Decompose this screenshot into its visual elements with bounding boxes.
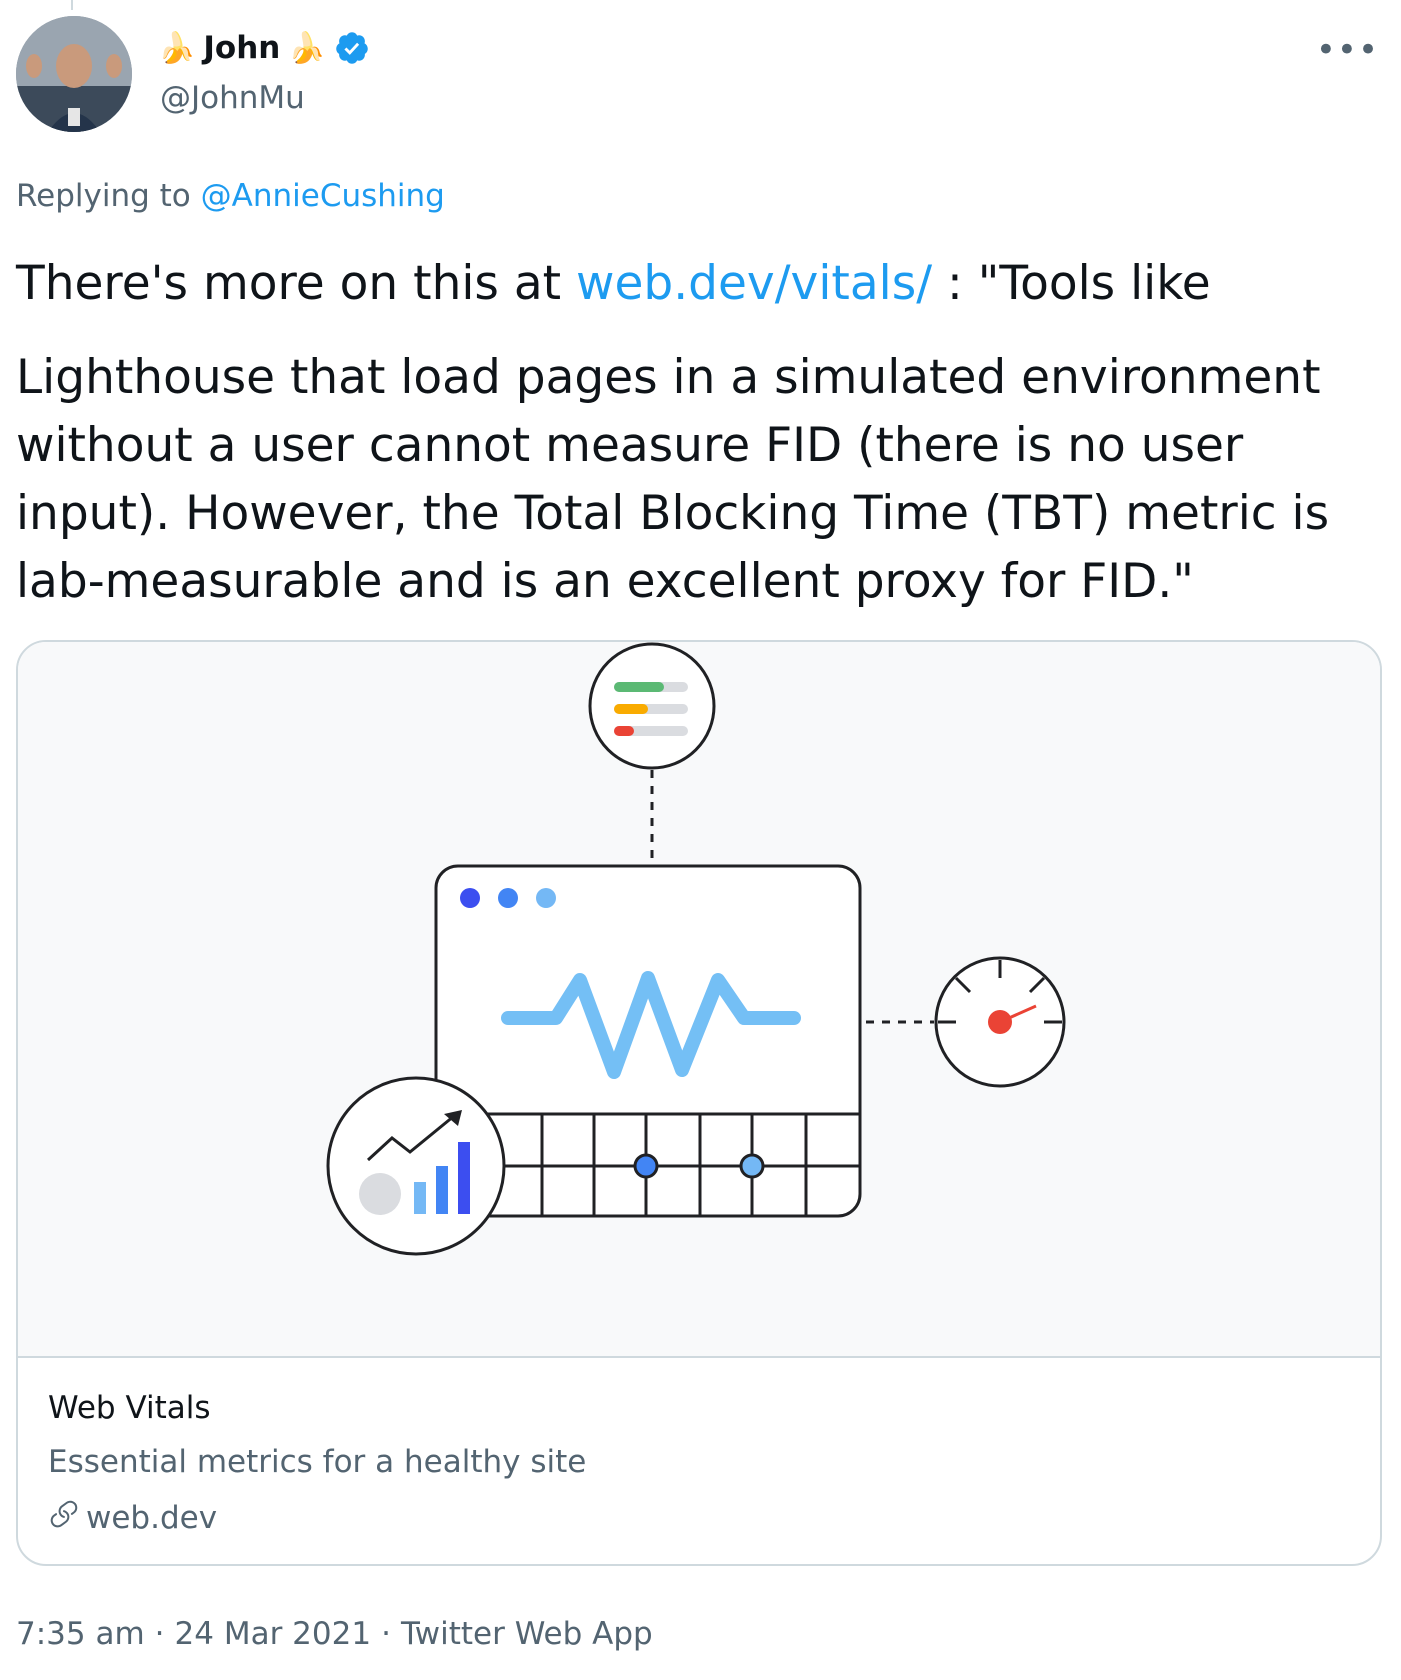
reply-mention-link[interactable]: @AnnieCushing <box>201 178 445 214</box>
author-name[interactable]: John <box>203 30 280 66</box>
replying-to-label: Replying to <box>16 178 191 214</box>
replying-to: Replying to @AnnieCushing <box>16 178 445 214</box>
author-handle[interactable]: @JohnMu <box>160 80 305 116</box>
author-name-row[interactable]: 🍌 John 🍌 <box>158 26 370 70</box>
link-icon <box>48 1498 80 1538</box>
tweet-meta: 7:35 am · 24 Mar 2021 · Twitter Web App <box>16 1616 653 1652</box>
banana-emoji-left: 🍌 <box>158 30 196 66</box>
tweet-link[interactable]: web.dev/vitals/ <box>576 256 932 311</box>
card-title: Web Vitals <box>48 1390 211 1426</box>
card-domain-text: web.dev <box>86 1500 218 1536</box>
analytics-circle-icon <box>326 1076 506 1256</box>
tweet-source: Twitter Web App <box>400 1616 653 1652</box>
tweet-text-before-link: There's more on this at <box>16 256 577 311</box>
gauge-circle-icon <box>934 956 1066 1088</box>
card-description: Essential metrics for a healthy site <box>48 1444 587 1480</box>
tweet-line-1: There's more on this at web.dev/vitals/ … <box>16 250 1386 318</box>
link-preview-card[interactable]: Web Vitals Essential metrics for a healt… <box>16 640 1382 1566</box>
tweet-text-after-link: : "Tools like <box>932 256 1211 311</box>
meta-separator: · <box>381 1616 391 1652</box>
thread-connector-line <box>71 0 73 10</box>
web-vitals-illustration <box>326 642 1066 1256</box>
verified-badge-icon <box>334 30 370 66</box>
meta-separator: · <box>154 1616 165 1652</box>
card-image[interactable] <box>18 642 1380 1358</box>
avatar[interactable] <box>16 16 132 132</box>
more-icon[interactable]: ••• <box>1316 30 1379 70</box>
tweet-date[interactable]: 24 Mar 2021 <box>175 1616 372 1652</box>
tweet-time[interactable]: 7:35 am <box>16 1616 145 1652</box>
card-domain: web.dev <box>48 1498 217 1538</box>
tweet-paragraph-2: Lighthouse that load pages in a simulate… <box>16 350 1330 609</box>
report-circle-icon <box>588 642 716 770</box>
avatar-image <box>16 16 132 132</box>
tweet-text: There's more on this at web.dev/vitals/ … <box>16 250 1386 616</box>
banana-emoji-right: 🍌 <box>288 30 326 66</box>
